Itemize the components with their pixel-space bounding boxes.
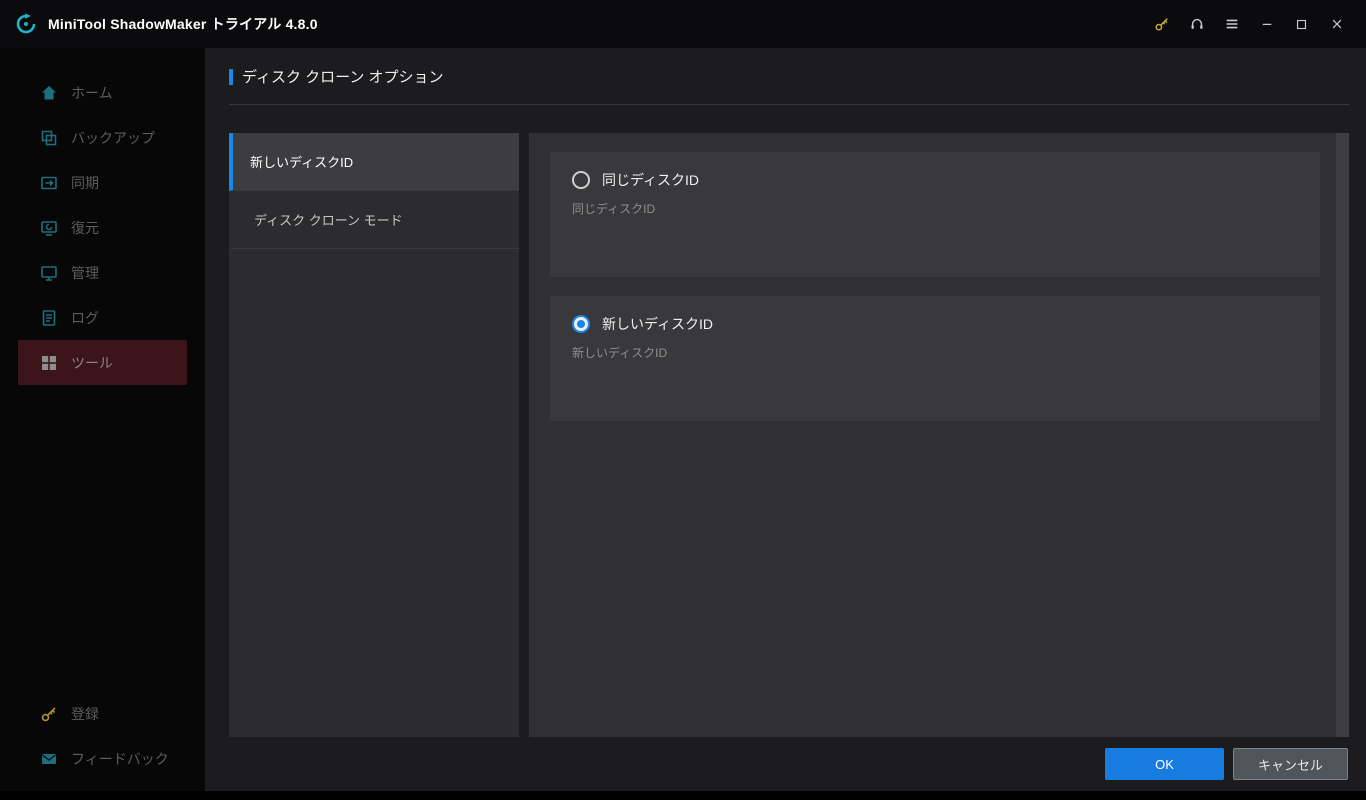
app-title: MiniTool ShadowMaker トライアル 4.8.0 <box>48 14 318 34</box>
sidebar-item-restore[interactable]: 復元 <box>0 205 205 250</box>
sidebar: ホーム バックアップ 同期 <box>0 48 205 791</box>
cancel-button[interactable]: キャンセル <box>1233 748 1348 780</box>
sidebar-item-label: ログ <box>71 308 99 328</box>
backup-icon <box>40 129 58 147</box>
sidebar-item-label: 登録 <box>71 704 99 724</box>
sync-icon <box>40 174 58 192</box>
support-icon[interactable] <box>1179 8 1214 40</box>
close-button[interactable] <box>1319 8 1354 40</box>
option-title: 同じディスクID <box>602 170 699 190</box>
option-row: 新しいディスクID <box>572 314 1298 334</box>
option-content: 同じディスクID 同じディスクID 新しいディスクID 新しいディスクID <box>529 133 1349 737</box>
tab-disk-clone-mode[interactable]: ディスク クローン モード <box>229 191 519 249</box>
app-window: MiniTool ShadowMaker トライアル 4.8.0 <box>0 0 1366 800</box>
tools-icon <box>40 354 58 372</box>
page-title: ディスク クローン オプション <box>242 66 444 87</box>
dialog-footer: OK キャンセル <box>205 737 1366 791</box>
dialog-panels: 新しいディスクID ディスク クローン モード 同じディスクID 同じディスクI… <box>229 133 1349 737</box>
option-card-same-disk-id[interactable]: 同じディスクID 同じディスクID <box>550 152 1320 277</box>
tab-new-disk-id[interactable]: 新しいディスクID <box>229 133 519 191</box>
sidebar-item-label: ツール <box>71 353 113 373</box>
feedback-icon <box>40 750 58 768</box>
sidebar-spacer <box>0 385 205 691</box>
sidebar-item-log[interactable]: ログ <box>0 295 205 340</box>
sidebar-item-tools[interactable]: ツール <box>18 340 187 385</box>
option-tab-list: 新しいディスクID ディスク クローン モード <box>229 133 519 737</box>
sidebar-item-register[interactable]: 登録 <box>0 691 205 736</box>
radio-new-disk-id[interactable] <box>572 315 590 333</box>
sidebar-item-label: フィードバック <box>71 749 169 769</box>
content-scrollbar[interactable] <box>1336 133 1349 737</box>
restore-icon <box>40 219 58 237</box>
menu-icon[interactable] <box>1214 8 1249 40</box>
manage-icon <box>40 264 58 282</box>
minimize-button[interactable] <box>1249 8 1284 40</box>
sidebar-item-label: 同期 <box>71 173 99 193</box>
option-subtitle: 新しいディスクID <box>572 344 1298 361</box>
tab-label: 新しいディスクID <box>250 152 353 171</box>
sidebar-item-feedback[interactable]: フィードバック <box>0 736 205 781</box>
home-icon <box>40 84 58 102</box>
ok-button[interactable]: OK <box>1105 748 1224 780</box>
option-subtitle: 同じディスクID <box>572 200 1298 217</box>
register-key-icon[interactable] <box>1144 8 1179 40</box>
maximize-button[interactable] <box>1284 8 1319 40</box>
sidebar-item-home[interactable]: ホーム <box>0 70 205 115</box>
tab-label: ディスク クローン モード <box>254 210 403 229</box>
window-body: ホーム バックアップ 同期 <box>0 48 1366 791</box>
main-area: ディスク クローン オプション 新しいディスクID ディスク クローン モード <box>205 48 1366 791</box>
option-row: 同じディスクID <box>572 170 1298 190</box>
titlebar: MiniTool ShadowMaker トライアル 4.8.0 <box>0 0 1366 48</box>
option-card-new-disk-id[interactable]: 新しいディスクID 新しいディスクID <box>550 296 1320 421</box>
sidebar-item-backup[interactable]: バックアップ <box>0 115 205 160</box>
app-logo-icon <box>14 12 38 36</box>
sidebar-footer: 登録 フィードバック <box>0 691 205 791</box>
log-icon <box>40 309 58 327</box>
sidebar-item-manage[interactable]: 管理 <box>0 250 205 295</box>
sidebar-item-label: バックアップ <box>71 128 155 148</box>
titlebar-actions <box>1144 8 1354 40</box>
sidebar-item-sync[interactable]: 同期 <box>0 160 205 205</box>
radio-same-disk-id[interactable] <box>572 171 590 189</box>
page-header: ディスク クローン オプション <box>205 48 1366 105</box>
sidebar-item-label: 管理 <box>71 263 99 283</box>
sidebar-item-label: 復元 <box>71 218 99 238</box>
title-accent-bar <box>229 69 233 85</box>
key-icon <box>40 705 58 723</box>
sidebar-item-label: ホーム <box>71 83 113 103</box>
option-title: 新しいディスクID <box>602 314 713 334</box>
